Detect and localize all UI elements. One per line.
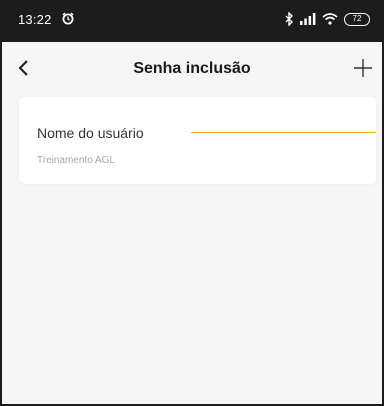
alarm-icon xyxy=(62,12,74,25)
signal-icon xyxy=(300,13,316,25)
navigation-bar: Senha inclusão xyxy=(2,42,382,100)
app-screen: 13:22 72 Senha inclusão Nome do usuário … xyxy=(0,0,384,406)
plus-icon xyxy=(353,58,373,83)
user-name-card[interactable]: Nome do usuário Treinamento AGL xyxy=(19,97,376,184)
field-underline xyxy=(191,132,376,133)
bluetooth-icon xyxy=(284,12,294,26)
user-name-label: Nome do usuário xyxy=(37,125,144,141)
status-icons: 72 xyxy=(284,11,370,27)
status-time: 13:22 xyxy=(18,12,52,27)
add-button[interactable] xyxy=(348,55,378,85)
wifi-icon xyxy=(322,13,338,25)
battery-level: 72 xyxy=(352,14,362,23)
user-name-value[interactable]: Treinamento AGL xyxy=(37,155,115,166)
battery-icon: 72 xyxy=(344,12,370,26)
page-title: Senha inclusão xyxy=(133,60,251,77)
status-bar: 13:22 72 xyxy=(2,0,382,42)
